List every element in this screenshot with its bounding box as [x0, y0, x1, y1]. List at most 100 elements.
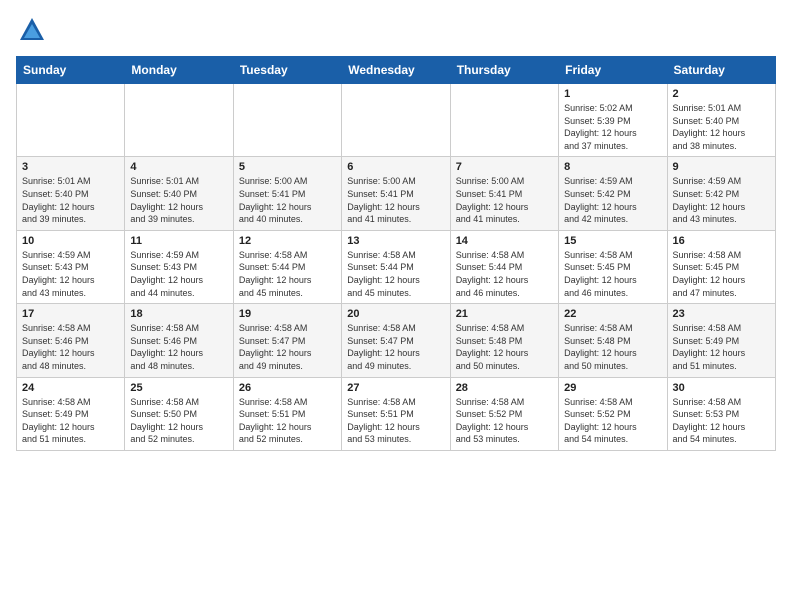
- day-cell: 27 Sunrise: 4:58 AM Sunset: 5:51 PM Dayli…: [342, 377, 450, 450]
- day-info: Sunrise: 4:58 AM Sunset: 5:52 PM Dayligh…: [564, 396, 661, 446]
- day-cell: 2 Sunrise: 5:01 AM Sunset: 5:40 PM Daylig…: [667, 84, 775, 157]
- week-row-4: 17 Sunrise: 4:58 AM Sunset: 5:46 PM Dayli…: [17, 304, 776, 377]
- day-info: Sunrise: 4:58 AM Sunset: 5:47 PM Dayligh…: [239, 322, 336, 372]
- day-cell: 9 Sunrise: 4:59 AM Sunset: 5:42 PM Daylig…: [667, 157, 775, 230]
- day-cell: [342, 84, 450, 157]
- day-number: 17: [22, 308, 119, 320]
- day-cell: 14Sunrise: 4:58 AM Sunset: 5:44 PM Dayli…: [450, 230, 558, 303]
- day-number: 30: [673, 382, 770, 394]
- day-cell: 12 Sunrise: 4:58 AM Sunset: 5:44 PM Dayli…: [233, 230, 341, 303]
- day-info: Sunrise: 4:58 AM Sunset: 5:49 PM Dayligh…: [22, 396, 119, 446]
- day-number: 18: [130, 308, 227, 320]
- day-info: Sunrise: 4:59 AM Sunset: 5:42 PM Dayligh…: [564, 175, 661, 225]
- day-info: Sunrise: 4:58 AM Sunset: 5:46 PM Dayligh…: [130, 322, 227, 372]
- day-number: 5: [239, 161, 336, 173]
- week-row-3: 10Sunrise: 4:59 AM Sunset: 5:43 PM Dayli…: [17, 230, 776, 303]
- day-cell: 29 Sunrise: 4:58 AM Sunset: 5:52 PM Dayli…: [559, 377, 667, 450]
- day-cell: 1 Sunrise: 5:02 AM Sunset: 5:39 PM Daylig…: [559, 84, 667, 157]
- week-row-5: 24 Sunrise: 4:58 AM Sunset: 5:49 PM Dayli…: [17, 377, 776, 450]
- day-cell: 22 Sunrise: 4:58 AM Sunset: 5:48 PM Dayli…: [559, 304, 667, 377]
- day-info: Sunrise: 4:58 AM Sunset: 5:44 PM Dayligh…: [347, 249, 444, 299]
- day-cell: [233, 84, 341, 157]
- day-number: 3: [22, 161, 119, 173]
- day-info: Sunrise: 4:58 AM Sunset: 5:51 PM Dayligh…: [347, 396, 444, 446]
- day-number: 23: [673, 308, 770, 320]
- weekday-header-row: SundayMondayTuesdayWednesdayThursdayFrid…: [17, 57, 776, 84]
- day-number: 27: [347, 382, 444, 394]
- day-cell: 16 Sunrise: 4:58 AM Sunset: 5:45 PM Dayli…: [667, 230, 775, 303]
- day-info: Sunrise: 5:02 AM Sunset: 5:39 PM Dayligh…: [564, 102, 661, 152]
- weekday-header-tuesday: Tuesday: [233, 57, 341, 84]
- day-cell: 21 Sunrise: 4:58 AM Sunset: 5:48 PM Dayli…: [450, 304, 558, 377]
- day-number: 16: [673, 235, 770, 247]
- day-info: Sunrise: 4:58 AM Sunset: 5:46 PM Dayligh…: [22, 322, 119, 372]
- weekday-header-saturday: Saturday: [667, 57, 775, 84]
- day-cell: 5 Sunrise: 5:00 AM Sunset: 5:41 PM Daylig…: [233, 157, 341, 230]
- day-cell: 30Sunrise: 4:58 AM Sunset: 5:53 PM Dayli…: [667, 377, 775, 450]
- day-info: Sunrise: 4:58 AM Sunset: 5:45 PM Dayligh…: [673, 249, 770, 299]
- day-number: 22: [564, 308, 661, 320]
- day-info: Sunrise: 4:58 AM Sunset: 5:52 PM Dayligh…: [456, 396, 553, 446]
- day-info: Sunrise: 4:58 AM Sunset: 5:48 PM Dayligh…: [564, 322, 661, 372]
- day-cell: [17, 84, 125, 157]
- day-cell: 26 Sunrise: 4:58 AM Sunset: 5:51 PM Dayli…: [233, 377, 341, 450]
- day-cell: 15Sunrise: 4:58 AM Sunset: 5:45 PM Dayli…: [559, 230, 667, 303]
- day-info: Sunrise: 5:01 AM Sunset: 5:40 PM Dayligh…: [22, 175, 119, 225]
- day-cell: 20 Sunrise: 4:58 AM Sunset: 5:47 PM Dayli…: [342, 304, 450, 377]
- day-cell: [125, 84, 233, 157]
- day-number: 10: [22, 235, 119, 247]
- day-cell: 4Sunrise: 5:01 AM Sunset: 5:40 PM Daylig…: [125, 157, 233, 230]
- day-number: 29: [564, 382, 661, 394]
- day-number: 24: [22, 382, 119, 394]
- weekday-header-sunday: Sunday: [17, 57, 125, 84]
- day-number: 26: [239, 382, 336, 394]
- weekday-header-monday: Monday: [125, 57, 233, 84]
- weekday-header-wednesday: Wednesday: [342, 57, 450, 84]
- day-cell: 19Sunrise: 4:58 AM Sunset: 5:47 PM Dayli…: [233, 304, 341, 377]
- day-info: Sunrise: 5:00 AM Sunset: 5:41 PM Dayligh…: [239, 175, 336, 225]
- day-number: 1: [564, 88, 661, 100]
- day-info: Sunrise: 4:58 AM Sunset: 5:51 PM Dayligh…: [239, 396, 336, 446]
- day-info: Sunrise: 4:59 AM Sunset: 5:42 PM Dayligh…: [673, 175, 770, 225]
- day-info: Sunrise: 4:58 AM Sunset: 5:47 PM Dayligh…: [347, 322, 444, 372]
- day-number: 11: [130, 235, 227, 247]
- day-info: Sunrise: 5:00 AM Sunset: 5:41 PM Dayligh…: [347, 175, 444, 225]
- page-header: [16, 16, 776, 44]
- week-row-1: 1 Sunrise: 5:02 AM Sunset: 5:39 PM Daylig…: [17, 84, 776, 157]
- day-cell: 3 Sunrise: 5:01 AM Sunset: 5:40 PM Daylig…: [17, 157, 125, 230]
- day-number: 7: [456, 161, 553, 173]
- day-info: Sunrise: 4:58 AM Sunset: 5:50 PM Dayligh…: [130, 396, 227, 446]
- calendar: SundayMondayTuesdayWednesdayThursdayFrid…: [16, 56, 776, 451]
- day-cell: 8 Sunrise: 4:59 AM Sunset: 5:42 PM Daylig…: [559, 157, 667, 230]
- day-cell: 13 Sunrise: 4:58 AM Sunset: 5:44 PM Dayli…: [342, 230, 450, 303]
- day-cell: 23 Sunrise: 4:58 AM Sunset: 5:49 PM Dayli…: [667, 304, 775, 377]
- day-cell: 6 Sunrise: 5:00 AM Sunset: 5:41 PM Daylig…: [342, 157, 450, 230]
- day-info: Sunrise: 5:01 AM Sunset: 5:40 PM Dayligh…: [130, 175, 227, 225]
- day-info: Sunrise: 5:01 AM Sunset: 5:40 PM Dayligh…: [673, 102, 770, 152]
- day-info: Sunrise: 5:00 AM Sunset: 5:41 PM Dayligh…: [456, 175, 553, 225]
- day-number: 13: [347, 235, 444, 247]
- day-number: 20: [347, 308, 444, 320]
- weekday-header-friday: Friday: [559, 57, 667, 84]
- day-number: 8: [564, 161, 661, 173]
- day-cell: 18 Sunrise: 4:58 AM Sunset: 5:46 PM Dayli…: [125, 304, 233, 377]
- day-info: Sunrise: 4:58 AM Sunset: 5:44 PM Dayligh…: [239, 249, 336, 299]
- day-cell: 25Sunrise: 4:58 AM Sunset: 5:50 PM Dayli…: [125, 377, 233, 450]
- day-number: 28: [456, 382, 553, 394]
- day-number: 15: [564, 235, 661, 247]
- day-cell: 7 Sunrise: 5:00 AM Sunset: 5:41 PM Daylig…: [450, 157, 558, 230]
- logo: [16, 16, 46, 44]
- day-cell: 17 Sunrise: 4:58 AM Sunset: 5:46 PM Dayli…: [17, 304, 125, 377]
- logo-icon: [18, 16, 46, 44]
- day-cell: 10Sunrise: 4:59 AM Sunset: 5:43 PM Dayli…: [17, 230, 125, 303]
- week-row-2: 3 Sunrise: 5:01 AM Sunset: 5:40 PM Daylig…: [17, 157, 776, 230]
- day-number: 12: [239, 235, 336, 247]
- day-number: 21: [456, 308, 553, 320]
- day-cell: 24 Sunrise: 4:58 AM Sunset: 5:49 PM Dayli…: [17, 377, 125, 450]
- day-number: 9: [673, 161, 770, 173]
- day-info: Sunrise: 4:58 AM Sunset: 5:49 PM Dayligh…: [673, 322, 770, 372]
- day-number: 2: [673, 88, 770, 100]
- day-cell: 28 Sunrise: 4:58 AM Sunset: 5:52 PM Dayli…: [450, 377, 558, 450]
- day-info: Sunrise: 4:58 AM Sunset: 5:48 PM Dayligh…: [456, 322, 553, 372]
- day-number: 6: [347, 161, 444, 173]
